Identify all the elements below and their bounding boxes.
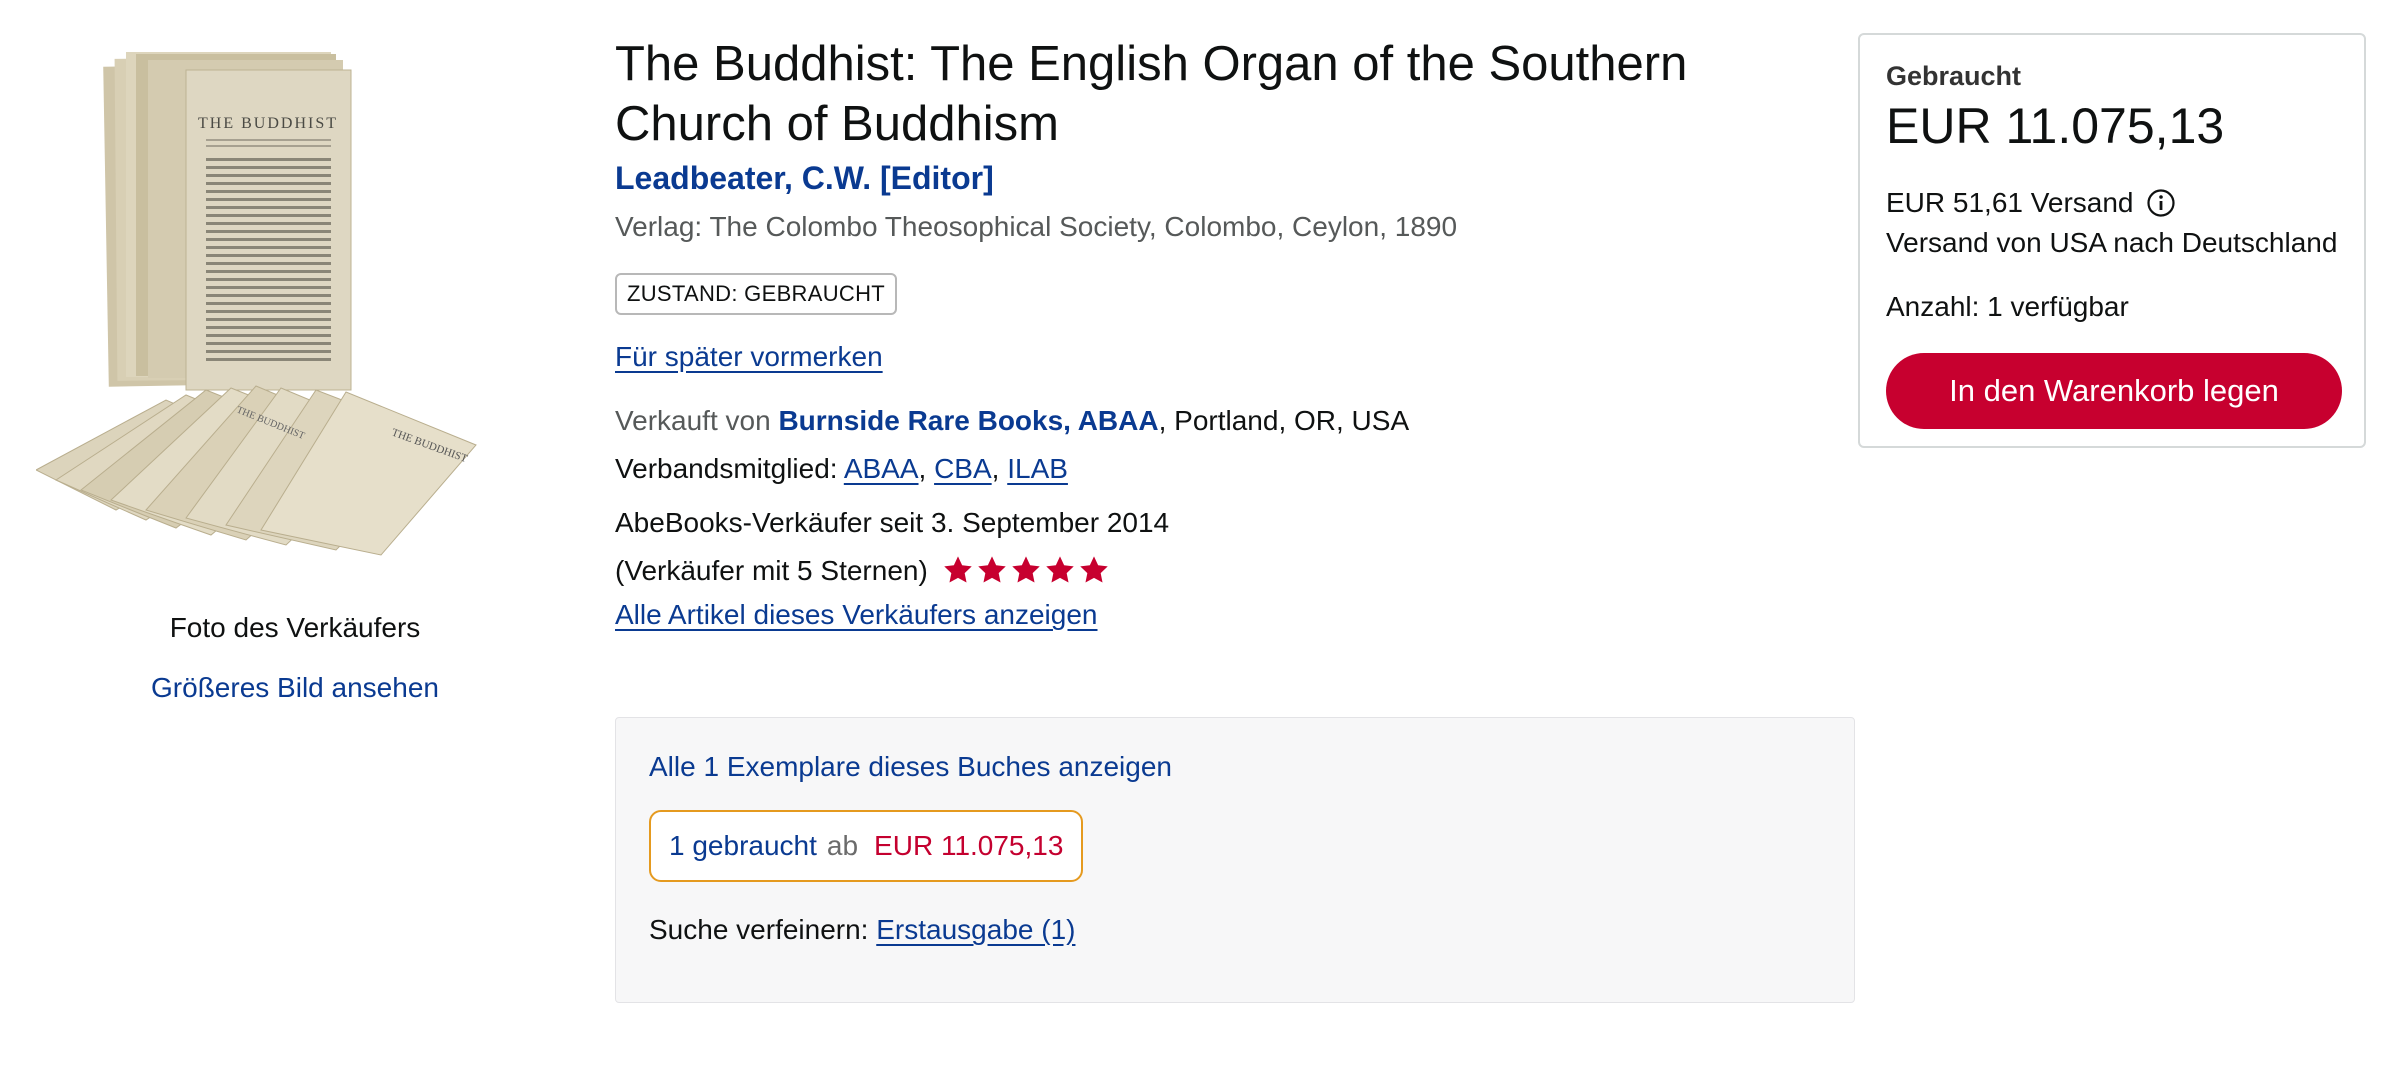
refine-label: Suche verfeinern: (649, 914, 869, 945)
svg-text:THE BUDDHIST: THE BUDDHIST (198, 115, 338, 132)
product-image-column: THE BUDDHIST THE BUDDHIST THE BUDDHIST F… (30, 40, 560, 703)
product-details: The Buddhist: The English Organ of the S… (615, 34, 1855, 635)
seller-since: AbeBooks-Verkäufer seit 3. September 201… (615, 507, 1170, 538)
rating-stars (942, 554, 1110, 586)
star-icon (977, 556, 1006, 583)
larger-image-link[interactable]: Größeres Bild ansehen (30, 672, 560, 704)
book-title: The Buddhist: The English Organ of the S… (615, 37, 1688, 151)
star-icon (1011, 556, 1040, 583)
all-seller-items-link[interactable]: Alle Artikel dieses Verkäufers anzeigen (615, 595, 1098, 635)
seller-location: , Portland, OR, USA (1158, 405, 1410, 436)
book-photo[interactable]: THE BUDDHIST THE BUDDHIST THE BUDDHIST (36, 40, 556, 580)
info-icon[interactable] (2146, 188, 2176, 218)
book-stack-illustration: THE BUDDHIST THE BUDDHIST THE BUDDHIST (36, 52, 477, 556)
publisher-info: Verlag: The Colombo Theosophical Society… (615, 211, 1458, 242)
membership-link-cba[interactable]: CBA (934, 453, 992, 484)
seller-rating-text: (Verkäufer mit 5 Sternen) (615, 555, 928, 586)
membership-link-abaa[interactable]: ABAA (844, 453, 919, 484)
shipping-cost: EUR 51,61 Versand (1886, 187, 2176, 219)
first-edition-filter-link[interactable]: Erstausgabe (1) (876, 914, 1075, 945)
used-count: 1 gebraucht (669, 830, 817, 861)
sold-by-label: Verkauft von (615, 405, 771, 436)
star-icon (1079, 556, 1108, 583)
buy-box: Gebraucht EUR 11.075,13 EUR 51,61 Versan… (1858, 33, 2366, 448)
author-link[interactable]: Leadbeater, C.W. [Editor] (615, 160, 1855, 197)
star-icon (1045, 556, 1074, 583)
photo-caption: Foto des Verkäufers (169, 612, 421, 643)
star-icon (943, 556, 972, 583)
quantity-available: Anzahl: 1 verfügbar (1886, 291, 2129, 322)
refine-search: Suche verfeinern: Erstausgabe (1) (649, 914, 1075, 946)
shipping-route: Versand von USA nach Deutschland (1886, 227, 2338, 258)
save-for-later-link[interactable]: Für später vormerken (615, 341, 883, 373)
membership-line: Verbandsmitglied: ABAA, CBA, ILAB (615, 453, 1068, 484)
all-copies-link[interactable]: Alle 1 Exemplare dieses Buches anzeigen (649, 751, 1172, 783)
buy-condition: Gebraucht (1886, 61, 2022, 91)
from-price: EUR 11.075,13 (874, 830, 1064, 861)
used-offer-button[interactable]: 1 gebraucht ab EUR 11.075,13 (649, 810, 1084, 882)
add-to-cart-button[interactable]: In den Warenkorb legen (1886, 353, 2342, 429)
membership-label: Verbandsmitglied: (615, 453, 838, 484)
sold-by-line: Verkauft von Burnside Rare Books, ABAA, … (615, 397, 1855, 445)
copies-panel: Alle 1 Exemplare dieses Buches anzeigen … (615, 717, 1855, 1003)
membership-link-ilab[interactable]: ILAB (1007, 453, 1068, 484)
shipping-cost-text: EUR 51,61 Versand (1886, 187, 2134, 218)
from-word: ab (826, 830, 859, 861)
seller-rating: (Verkäufer mit 5 Sternen) (615, 547, 1855, 595)
buy-price: EUR 11.075,13 (1886, 98, 2225, 154)
seller-name-link[interactable]: Burnside Rare Books, ABAA (778, 405, 1158, 436)
condition-badge: ZUSTAND: GEBRAUCHT (615, 273, 898, 315)
